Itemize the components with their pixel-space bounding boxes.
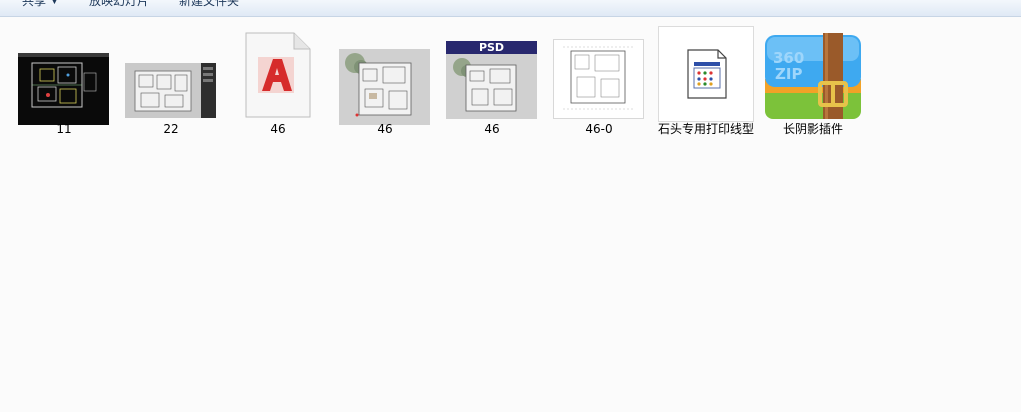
cad-dark-thumbnail-icon — [13, 23, 115, 125]
file-item-22[interactable]: 22 — [120, 23, 222, 163]
file-item-46-image[interactable]: 46 — [334, 23, 436, 163]
file-item-print-linetype[interactable]: 石头专用打印线型 — [655, 23, 757, 163]
floorplan-thumbnail-icon — [120, 23, 222, 119]
autocad-file-icon — [227, 23, 329, 119]
file-item-long-shadow-plugin[interactable]: 360 ZIP 长阴影插件 — [762, 23, 864, 163]
file-list-area: 11 22 46 46 PSD 46 46-0 石头专用打印线型 360 ZIP… — [0, 17, 1021, 412]
psd-badge: PSD — [478, 41, 505, 54]
file-name-label: 46-0 — [585, 122, 613, 136]
file-name-label: 46 — [270, 122, 286, 136]
file-item-46-psd[interactable]: PSD 46 — [441, 23, 543, 163]
slideshow-button[interactable]: 放映幻灯片 — [89, 0, 149, 9]
psd-thumbnail-icon: PSD — [441, 23, 543, 119]
share-dropdown-caret-icon: ▼ — [51, 0, 58, 6]
file-name-label: 11 — [56, 122, 72, 136]
file-item-46-0[interactable]: 46-0 — [548, 23, 650, 163]
svg-text:ZIP: ZIP — [775, 65, 802, 83]
share-label: 共享 — [22, 0, 47, 8]
file-name-label: 46 — [484, 122, 500, 136]
explorer-toolbar: 共享 ▼ 放映幻灯片 新建文件夹 — [0, 0, 1021, 17]
file-name-label: 46 — [377, 122, 393, 136]
floorplan-lineart-thumbnail-icon — [548, 23, 650, 119]
new-folder-button[interactable]: 新建文件夹 — [179, 0, 239, 9]
file-name-label: 22 — [163, 122, 179, 136]
360zip-archive-icon: 360 ZIP — [762, 23, 864, 119]
file-name-label: 石头专用打印线型 — [657, 122, 754, 136]
system-file-icon — [655, 23, 757, 122]
file-item-46-dwg[interactable]: 46 — [227, 23, 329, 163]
file-name-label: 长阴影插件 — [782, 122, 843, 136]
floorplan-color-thumbnail-icon — [334, 23, 436, 125]
file-item-11[interactable]: 11 — [13, 23, 115, 163]
share-menu-button[interactable]: 共享 ▼ — [22, 0, 58, 9]
